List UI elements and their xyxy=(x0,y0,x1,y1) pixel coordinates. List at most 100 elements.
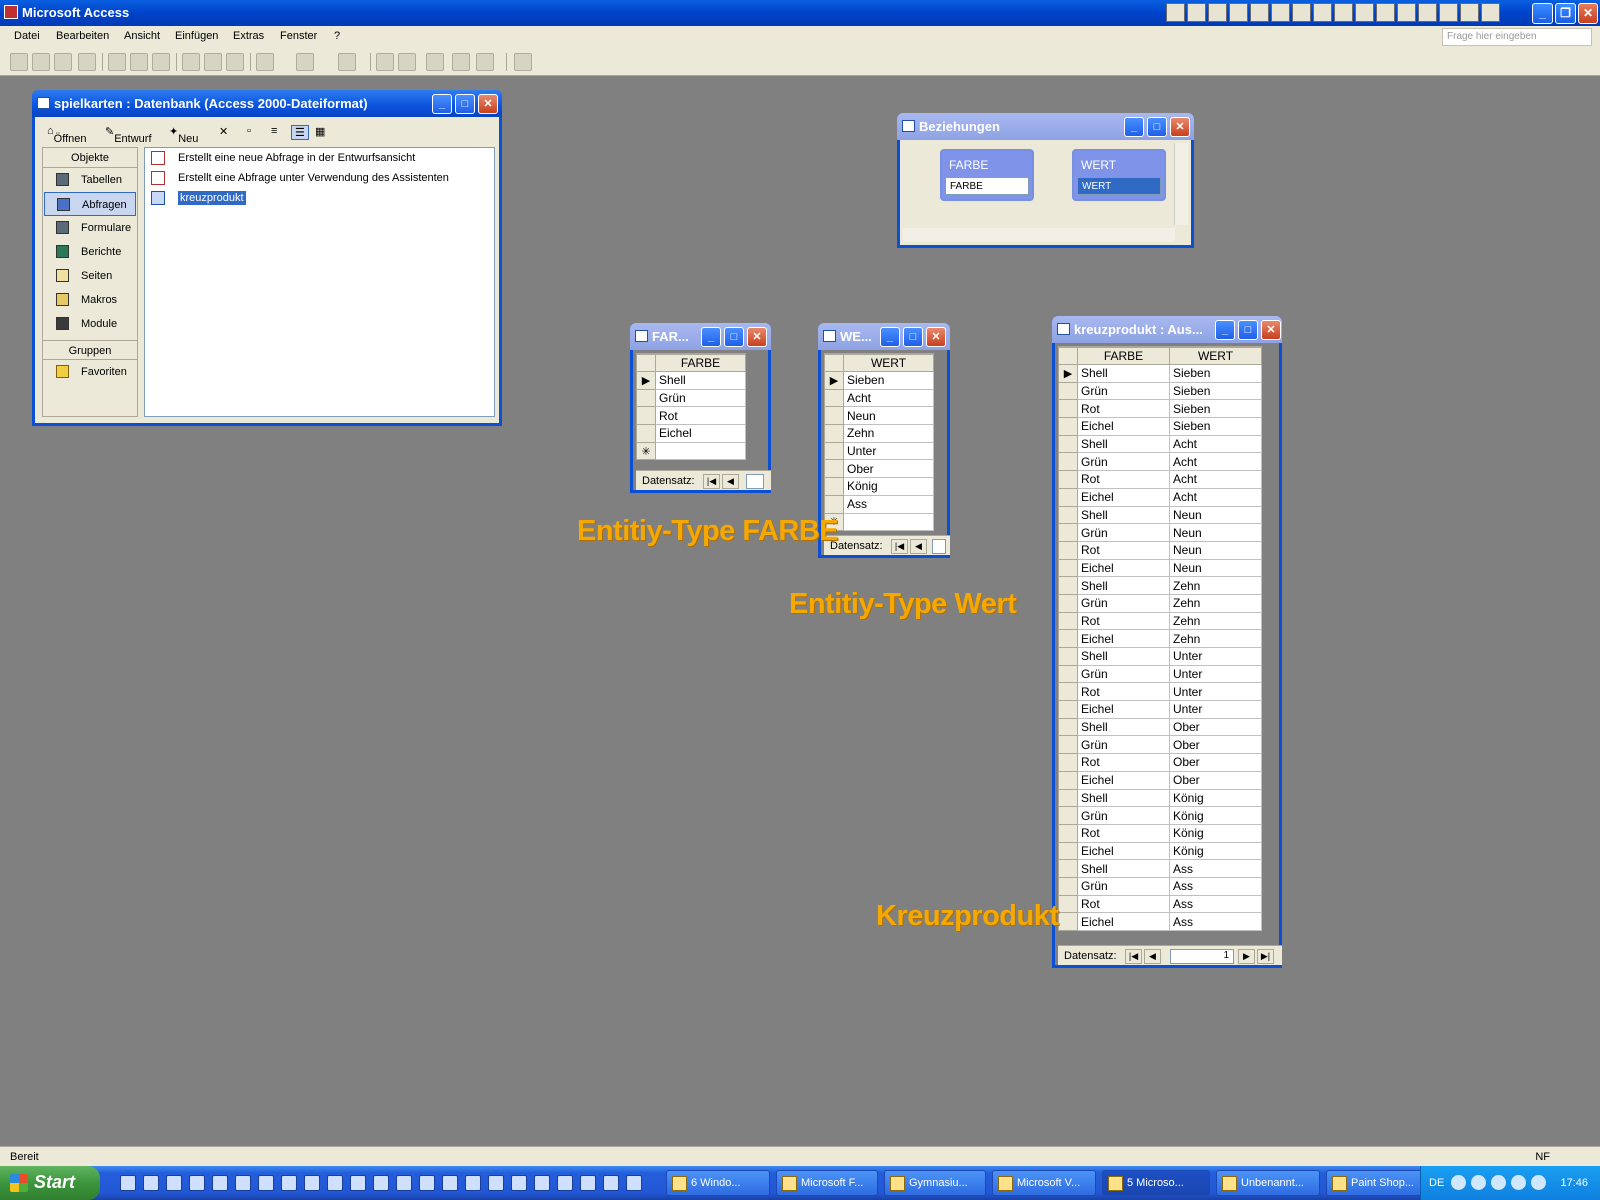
record-selector[interactable] xyxy=(1058,841,1078,861)
menu-help[interactable]: ? xyxy=(334,30,340,42)
first-record-button[interactable]: |◀ xyxy=(891,539,908,554)
table-cell[interactable]: Rot xyxy=(1077,470,1170,489)
table-cell[interactable]: Eichel xyxy=(1077,558,1170,578)
table-row[interactable]: Eichel Neun xyxy=(1058,558,1262,578)
table-cell[interactable]: Shell xyxy=(1077,788,1170,808)
relationship-table-wert[interactable]: WERT WERT xyxy=(1072,149,1166,201)
task-button[interactable]: Unbenannt... xyxy=(1216,1170,1320,1196)
analyze-icon[interactable] xyxy=(338,53,356,71)
app-icon[interactable] xyxy=(1250,3,1269,22)
menu-einfuegen[interactable]: Einfügen xyxy=(175,30,218,42)
table-row[interactable]: Grün Acht xyxy=(1058,452,1262,472)
record-selector[interactable]: ▶ xyxy=(636,371,656,390)
table-cell[interactable]: Shell xyxy=(1077,364,1170,383)
relationship-field[interactable]: FARBE xyxy=(945,177,1029,195)
table-row[interactable]: Rot Acht xyxy=(1058,470,1262,489)
table-cell[interactable]: Ober xyxy=(1169,735,1262,755)
app-icon[interactable] xyxy=(1334,3,1353,22)
record-selector[interactable] xyxy=(1058,647,1078,666)
table-cell[interactable]: Sieben xyxy=(1169,364,1262,383)
record-selector[interactable] xyxy=(1058,717,1078,737)
table-cell[interactable]: Zehn xyxy=(1169,593,1262,613)
table-cell[interactable]: Unter xyxy=(843,441,934,461)
minimize-button[interactable]: _ xyxy=(880,327,900,347)
table-cell[interactable]: Ober xyxy=(1169,770,1262,790)
record-selector[interactable] xyxy=(1058,487,1078,507)
table-cell[interactable]: Ober xyxy=(1169,753,1262,772)
record-selector[interactable] xyxy=(1058,611,1078,631)
cut-icon[interactable] xyxy=(182,53,200,71)
table-cell[interactable]: Unter xyxy=(1169,647,1262,666)
table-cell[interactable]: Acht xyxy=(1169,487,1262,507)
tray-icon[interactable] xyxy=(1471,1175,1486,1190)
record-selector[interactable] xyxy=(824,406,844,426)
open-button[interactable]: ⌂ Öffnen xyxy=(47,125,86,145)
table-cell[interactable]: Eichel xyxy=(1077,841,1170,861)
table-cell[interactable]: Rot xyxy=(1077,682,1170,702)
table-cell[interactable]: Zehn xyxy=(1169,611,1262,631)
object-formulare[interactable]: Formulare xyxy=(44,216,136,240)
last-record-button[interactable]: ▶| xyxy=(1257,949,1274,964)
column-header[interactable]: FARBE xyxy=(655,354,746,372)
app-icon[interactable] xyxy=(1271,3,1290,22)
quicklaunch-icon[interactable] xyxy=(488,1175,504,1191)
close-button[interactable]: ✕ xyxy=(747,327,767,347)
quicklaunch-icon[interactable] xyxy=(373,1175,389,1191)
quicklaunch-icon[interactable] xyxy=(304,1175,320,1191)
table-row[interactable]: Shell Zehn xyxy=(1058,576,1262,595)
table-row[interactable]: ▶ Sieben xyxy=(824,371,934,390)
table-cell[interactable]: Shell xyxy=(1077,717,1170,737)
task-button[interactable]: Microsoft F... xyxy=(776,1170,878,1196)
table-row[interactable]: Rot König xyxy=(1058,823,1262,843)
table-row[interactable]: Eichel Ass xyxy=(1058,912,1262,931)
record-selector[interactable] xyxy=(1058,770,1078,790)
record-selector[interactable] xyxy=(1058,700,1078,719)
record-selector[interactable] xyxy=(1058,735,1078,755)
minimize-button[interactable]: _ xyxy=(1124,117,1144,137)
table-cell[interactable]: Zehn xyxy=(1169,576,1262,595)
table-row[interactable]: Grün Ober xyxy=(1058,735,1262,755)
minimize-button[interactable]: _ xyxy=(701,327,721,347)
table-cell[interactable]: Rot xyxy=(1077,399,1170,419)
table-cell[interactable]: Ass xyxy=(843,494,934,514)
quicklaunch-icon[interactable] xyxy=(580,1175,596,1191)
maximize-button[interactable]: □ xyxy=(1238,320,1258,340)
table-row[interactable]: Shell Ober xyxy=(1058,717,1262,737)
menu-extras[interactable]: Extras xyxy=(233,30,264,42)
quicklaunch-icon[interactable] xyxy=(534,1175,550,1191)
record-selector[interactable] xyxy=(824,494,844,514)
table-cell[interactable]: Rot xyxy=(1077,540,1170,560)
task-button-active[interactable]: 5 Microso... xyxy=(1102,1170,1210,1196)
object-abfragen[interactable]: Abfragen xyxy=(44,192,136,216)
table-cell[interactable]: Acht xyxy=(1169,470,1262,489)
relationship-field[interactable]: WERT xyxy=(1077,177,1161,195)
table-row[interactable]: Grün Zehn xyxy=(1058,593,1262,613)
record-selector[interactable] xyxy=(1058,788,1078,808)
quicklaunch-icon[interactable] xyxy=(603,1175,619,1191)
column-header[interactable]: WERT xyxy=(843,354,934,372)
app-icon[interactable] xyxy=(1418,3,1437,22)
quicklaunch-icon[interactable] xyxy=(442,1175,458,1191)
table-row[interactable]: Grün König xyxy=(1058,806,1262,825)
record-selector[interactable] xyxy=(1058,894,1078,914)
undo-icon[interactable] xyxy=(256,53,274,71)
table-cell[interactable]: Eichel xyxy=(1077,629,1170,648)
table-cell[interactable]: Zehn xyxy=(1169,629,1262,648)
table-row[interactable]: Rot xyxy=(636,406,746,426)
table-cell[interactable]: Ass xyxy=(1169,876,1262,896)
table-row[interactable]: Unter xyxy=(824,441,934,461)
maximize-button[interactable]: □ xyxy=(455,94,475,114)
table-row[interactable]: Ober xyxy=(824,459,934,479)
record-selector[interactable] xyxy=(1058,523,1078,542)
record-selector[interactable] xyxy=(1058,452,1078,472)
table-row[interactable]: Acht xyxy=(824,388,934,408)
table-cell[interactable]: Neun xyxy=(1169,523,1262,542)
quicklaunch-icon[interactable] xyxy=(557,1175,573,1191)
table-cell[interactable]: Neun xyxy=(1169,540,1262,560)
print-preview-icon[interactable] xyxy=(130,53,148,71)
table-cell[interactable]: Sieben xyxy=(1169,399,1262,419)
record-selector[interactable] xyxy=(1058,381,1078,401)
quicklaunch-icon[interactable] xyxy=(143,1175,159,1191)
app-icon[interactable] xyxy=(1313,3,1332,22)
table-cell[interactable] xyxy=(655,441,746,461)
